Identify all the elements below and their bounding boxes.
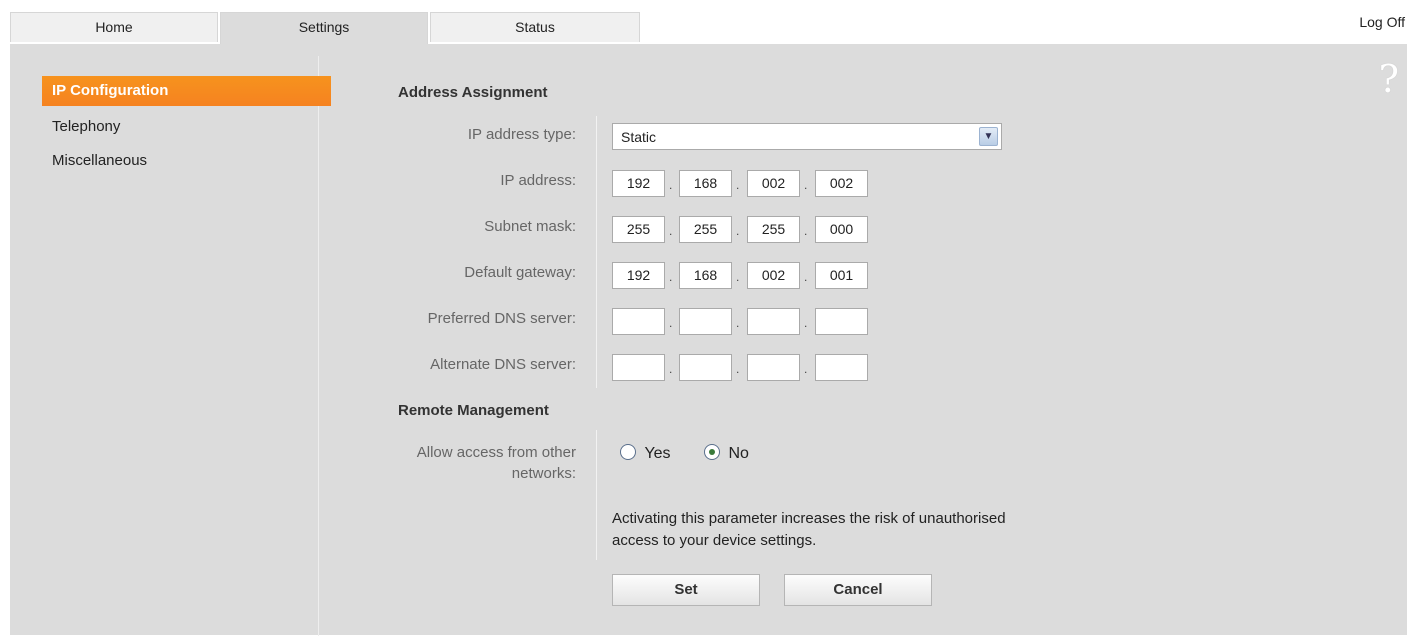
radio-no-circle[interactable] (704, 444, 720, 460)
subnet-mask-octet-4[interactable]: 000 (815, 216, 868, 243)
cancel-button[interactable]: Cancel (784, 574, 932, 606)
chevron-down-icon[interactable]: ▼ (979, 127, 998, 146)
main-panel: IP Configuration Telephony Miscellaneous… (10, 44, 1407, 636)
default-gateway-octet-4[interactable]: 001 (815, 262, 868, 289)
alternate-dns-octet-2[interactable] (679, 354, 732, 381)
subnet-mask-label: Subnet mask: (484, 218, 576, 235)
tab-home[interactable]: Home (10, 12, 218, 42)
form-divider (596, 116, 597, 388)
radio-yes-circle[interactable] (620, 444, 636, 460)
log-off-link[interactable]: Log Off (1359, 14, 1405, 30)
alternate-dns-octet-1[interactable] (612, 354, 665, 381)
subnet-mask-octet-2[interactable]: 255 (679, 216, 732, 243)
preferred-dns-octet-1[interactable] (612, 308, 665, 335)
ip-type-label: IP address type: (467, 126, 576, 143)
ip-type-select[interactable]: Static ▼ (612, 123, 1002, 150)
preferred-dns-octet-3[interactable] (747, 308, 800, 335)
form-divider-remote (596, 430, 597, 560)
remote-access-warning-line-1: Activating this parameter increases the … (612, 510, 1006, 527)
radio-no[interactable]: No (704, 444, 749, 463)
remote-access-warning: Activating this parameter increases the … (612, 508, 1132, 552)
section-title-address-assignment: Address Assignment (398, 84, 548, 101)
ip-type-value: Static (621, 129, 657, 145)
ip-address-octet-3[interactable]: 002 (747, 170, 800, 197)
alternate-dns-octet-4[interactable] (815, 354, 868, 381)
default-gateway-octet-1[interactable]: 192 (612, 262, 665, 289)
tab-settings[interactable]: Settings (220, 12, 428, 45)
subnet-mask-octet-1[interactable]: 255 (612, 216, 665, 243)
default-gateway-octet-2[interactable]: 168 (679, 262, 732, 289)
subnet-mask-octet-3[interactable]: 255 (747, 216, 800, 243)
ip-address-octet-4[interactable]: 002 (815, 170, 868, 197)
preferred-dns-label: Preferred DNS server: (427, 310, 576, 327)
sidebar-divider (318, 56, 319, 636)
sidebar-item-ip-configuration[interactable]: IP Configuration (42, 76, 331, 106)
default-gateway-octet-3[interactable]: 002 (747, 262, 800, 289)
section-title-remote-management: Remote Management (398, 402, 549, 419)
radio-yes-label: Yes (644, 445, 671, 462)
alternate-dns-label: Alternate DNS server: (430, 356, 576, 373)
ip-address-octet-1[interactable]: 192 (612, 170, 665, 197)
default-gateway-label: Default gateway: (464, 264, 576, 281)
help-icon[interactable]: ? (1379, 59, 1399, 99)
tab-status[interactable]: Status (430, 12, 640, 42)
radio-yes[interactable]: Yes (620, 444, 671, 463)
radio-no-label: No (728, 445, 749, 462)
remote-access-warning-line-2: access to your device settings. (612, 532, 817, 549)
set-button[interactable]: Set (612, 574, 760, 606)
preferred-dns-octet-4[interactable] (815, 308, 868, 335)
allow-access-label: Allow access from other networks: (176, 442, 576, 484)
allow-access-label-line-1: Allow access from other (416, 444, 576, 461)
preferred-dns-octet-2[interactable] (679, 308, 732, 335)
ip-address-octet-2[interactable]: 168 (679, 170, 732, 197)
alternate-dns-octet-3[interactable] (747, 354, 800, 381)
ip-address-label: IP address: (500, 172, 576, 189)
allow-access-label-line-2: networks: (511, 465, 576, 482)
